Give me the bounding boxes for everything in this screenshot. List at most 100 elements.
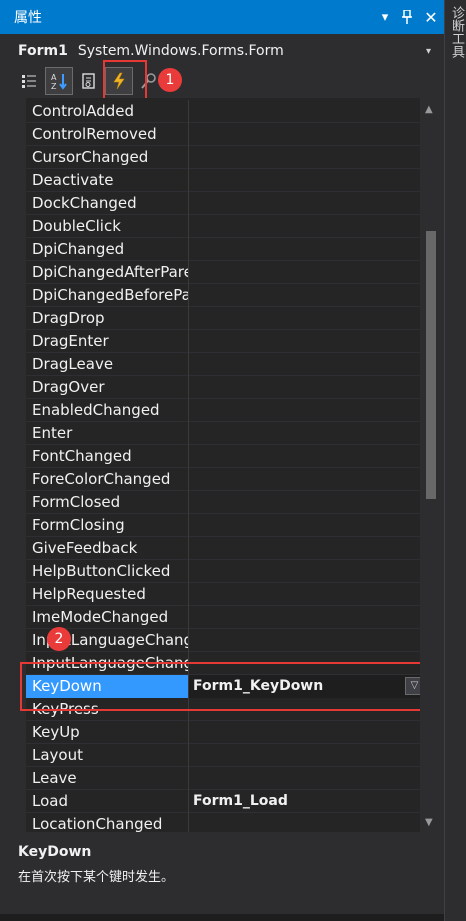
event-name: DpiChangedBeforePa <box>26 283 189 307</box>
event-handler-value[interactable] <box>189 606 426 629</box>
description-pane: KeyDown 在首次按下某个键时发生。 <box>10 834 442 914</box>
event-handler-value[interactable] <box>189 744 426 767</box>
dropdown-icon[interactable]: ▾ <box>374 0 396 34</box>
event-handler-value[interactable] <box>189 330 426 353</box>
event-name: FormClosed <box>26 490 189 514</box>
pin-icon[interactable] <box>396 0 418 34</box>
event-name: FontChanged <box>26 444 189 468</box>
event-row[interactable]: KeyUp <box>26 720 426 744</box>
event-handler-value[interactable] <box>189 422 426 445</box>
object-selector[interactable]: Form1 System.Windows.Forms.Form ▾ <box>10 38 442 64</box>
annotation-badge-2: 2 <box>47 627 71 651</box>
event-name: GiveFeedback <box>26 536 189 560</box>
categorized-icon[interactable] <box>16 68 42 94</box>
event-name: DragOver <box>26 375 189 399</box>
event-handler-value[interactable] <box>189 583 426 606</box>
event-handler-value[interactable] <box>189 537 426 560</box>
event-row[interactable]: LocationChanged <box>26 812 426 833</box>
event-row[interactable]: DpiChangedAfterPare <box>26 260 426 284</box>
scroll-down-icon[interactable]: ▼ <box>425 817 433 828</box>
event-handler-value[interactable] <box>189 560 426 583</box>
event-handler-value[interactable] <box>189 215 426 238</box>
event-row[interactable]: DpiChangedBeforePa <box>26 283 426 307</box>
event-handler-value[interactable] <box>189 813 426 833</box>
event-row[interactable]: EnabledChanged <box>26 398 426 422</box>
event-handler-value[interactable]: Form1_Load <box>189 790 426 813</box>
event-handler-value[interactable] <box>189 767 426 790</box>
event-name: KeyUp <box>26 720 189 744</box>
event-handler-value[interactable] <box>189 307 426 330</box>
event-handler-value[interactable] <box>189 514 426 537</box>
event-row[interactable]: Enter <box>26 421 426 445</box>
annotation-box-keydown <box>20 662 428 711</box>
event-handler-value[interactable] <box>189 123 426 146</box>
diagnostics-tab[interactable]: 诊断工具 <box>448 6 464 58</box>
event-name: Layout <box>26 743 189 767</box>
chevron-down-icon[interactable]: ▾ <box>426 46 442 57</box>
svg-text:Z: Z <box>51 82 57 90</box>
event-row[interactable]: DragOver <box>26 375 426 399</box>
event-row[interactable]: HelpButtonClicked <box>26 559 426 583</box>
event-name: HelpButtonClicked <box>26 559 189 583</box>
event-row[interactable]: DragEnter <box>26 329 426 353</box>
event-name: DragLeave <box>26 352 189 376</box>
event-handler-value[interactable] <box>189 100 426 123</box>
event-name: ControlAdded <box>26 99 189 123</box>
event-row[interactable]: DragLeave <box>26 352 426 376</box>
event-row[interactable]: Load Form1_Load <box>26 789 426 813</box>
scroll-thumb[interactable] <box>426 231 436 499</box>
event-row[interactable]: GiveFeedback <box>26 536 426 560</box>
panel-titlebar: 属性 ▾ ✕ <box>0 0 444 34</box>
event-handler-value[interactable] <box>189 376 426 399</box>
event-handler-value[interactable] <box>189 399 426 422</box>
event-row[interactable]: Layout <box>26 743 426 767</box>
event-row[interactable]: DoubleClick <box>26 214 426 238</box>
event-row[interactable]: DockChanged <box>26 191 426 215</box>
event-row[interactable]: FormClosing <box>26 513 426 537</box>
event-handler-value[interactable] <box>189 146 426 169</box>
event-name: DockChanged <box>26 191 189 215</box>
event-name: FormClosing <box>26 513 189 537</box>
alphabetical-icon[interactable]: AZ <box>45 67 73 95</box>
object-name: Form1 <box>18 43 68 59</box>
svg-text:A: A <box>51 73 57 82</box>
event-row[interactable]: InputLanguageChang <box>26 628 426 652</box>
event-name: Enter <box>26 421 189 445</box>
event-name: ForeColorChanged <box>26 467 189 491</box>
grid-scrollbar[interactable]: ▲ ▼ <box>420 98 442 832</box>
event-handler-value[interactable] <box>189 468 426 491</box>
event-row[interactable]: DpiChanged <box>26 237 426 261</box>
scroll-up-icon[interactable]: ▲ <box>425 104 433 115</box>
properties-icon[interactable] <box>76 68 102 94</box>
event-handler-text: Form1_Load <box>193 792 288 809</box>
event-handler-value[interactable] <box>189 491 426 514</box>
event-row[interactable]: Leave <box>26 766 426 790</box>
event-row[interactable]: CursorChanged <box>26 145 426 169</box>
event-handler-value[interactable] <box>189 169 426 192</box>
event-handler-value[interactable] <box>189 445 426 468</box>
event-name: EnabledChanged <box>26 398 189 422</box>
event-row[interactable]: FormClosed <box>26 490 426 514</box>
event-handler-value[interactable] <box>189 629 426 652</box>
annotation-badge-1: 1 <box>158 68 182 92</box>
event-handler-value[interactable] <box>189 261 426 284</box>
event-handler-value[interactable] <box>189 353 426 376</box>
description-text: 在首次按下某个键时发生。 <box>18 870 175 885</box>
event-name: DpiChanged <box>26 237 189 261</box>
close-icon[interactable]: ✕ <box>418 0 444 34</box>
event-row[interactable]: Deactivate <box>26 168 426 192</box>
description-title: KeyDown <box>18 844 92 860</box>
event-handler-value[interactable] <box>189 721 426 744</box>
event-handler-value[interactable] <box>189 238 426 261</box>
event-row[interactable]: ImeModeChanged <box>26 605 426 629</box>
event-handler-value[interactable] <box>189 284 426 307</box>
event-row[interactable]: HelpRequested <box>26 582 426 606</box>
event-row[interactable]: ForeColorChanged <box>26 467 426 491</box>
event-row[interactable]: ControlAdded <box>26 99 426 123</box>
event-row[interactable]: FontChanged <box>26 444 426 468</box>
event-name: HelpRequested <box>26 582 189 606</box>
events-grid: ControlAdded ControlRemoved CursorChanged D… <box>12 98 442 832</box>
event-handler-value[interactable] <box>189 192 426 215</box>
event-row[interactable]: ControlRemoved <box>26 122 426 146</box>
event-row[interactable]: DragDrop <box>26 306 426 330</box>
